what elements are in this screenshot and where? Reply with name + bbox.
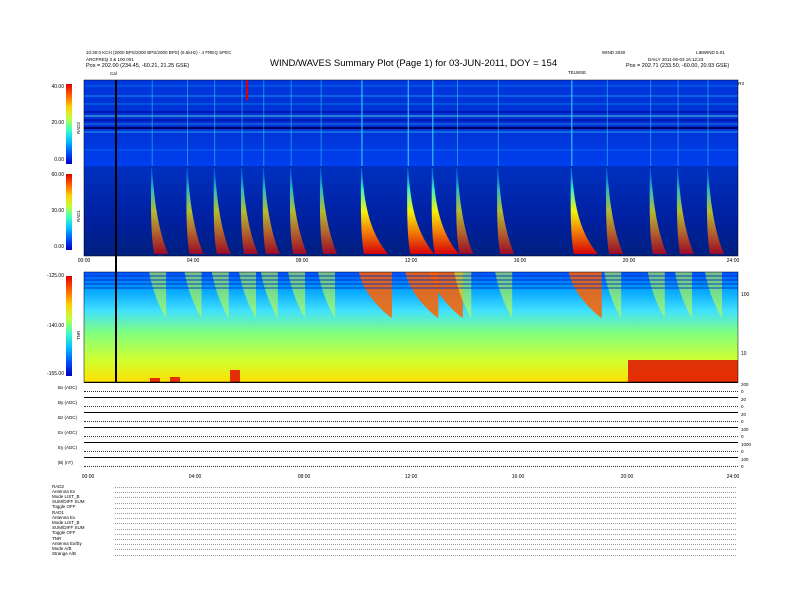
trace-label: Ey (ADC) [58, 445, 77, 450]
trace-right-tick: 0 [741, 464, 744, 469]
tnr-low-freq-emission [230, 370, 240, 382]
footer-dot-row [115, 539, 736, 540]
trace-label: Bz (ADC) [58, 415, 77, 420]
xtick-bottom-3: 12:00 [404, 474, 418, 480]
footer-rad1-4: Toggle OFF [52, 530, 76, 535]
trace-line [84, 466, 738, 467]
footer-tnr-3: Strange A/B [52, 551, 77, 556]
footer-dot-row [115, 497, 736, 499]
trace-right-tick: 1000 [741, 442, 752, 447]
spectrogram-svg [83, 79, 739, 383]
xtick-bottom-6: 24:00 [726, 474, 740, 480]
trace-line [84, 451, 738, 452]
trace-panel [84, 397, 738, 412]
xtick-top-6: 24:00 [726, 258, 740, 264]
footer-dot-row [115, 507, 736, 509]
trace-label: Bx (ADC) [58, 385, 77, 390]
trace-right-tick: 0 [741, 389, 744, 394]
trace-label: |B| (nT) [58, 460, 73, 465]
trace-line [84, 436, 738, 437]
trace-line [84, 406, 738, 407]
trace-right-tick: 20 [741, 397, 747, 402]
footer-dot-row [115, 544, 736, 546]
xtick-top-3: 12:00 [404, 258, 418, 264]
footer-dot-row [115, 523, 736, 525]
trace-right-tick: 0 [741, 434, 744, 439]
footer-dot-row [115, 513, 736, 514]
trace-panel [84, 382, 738, 397]
xtick-top-5: 20:00 [622, 258, 636, 264]
trace-right-tick: 20 [741, 412, 747, 417]
footer-dot-row [115, 487, 736, 488]
tnr-low-freq-emission [628, 360, 738, 382]
xtick-bottom-4: 16:00 [511, 474, 525, 480]
footer-dot-row [115, 549, 736, 551]
footer-rad2-4: Toggle OFF [52, 504, 76, 509]
trace-right-tick: 0 [741, 419, 744, 424]
footer-dot-row [115, 528, 736, 530]
trace-panel [84, 442, 738, 457]
trace-line [84, 421, 738, 422]
trace-right-tick: 0 [741, 449, 744, 454]
footer-dot-row [115, 533, 736, 535]
xtick-top-1: 04:00 [186, 258, 200, 264]
tnr-right-tick-10: 10 [741, 351, 747, 357]
trace-right-tick: 100 [741, 427, 749, 432]
trace-panel [84, 412, 738, 427]
xtick-bottom-5: 20:00 [620, 474, 634, 480]
footer-rad2-block: RAD2 Antenna Ex Mode LIST_B SUM/DIFF SUM… [52, 484, 85, 509]
rad2-panel [84, 80, 738, 166]
footer-dot-row [115, 554, 736, 556]
trace-right-tick: 200 [741, 382, 749, 387]
xtick-top-2: 08:00 [295, 258, 309, 264]
footer-rad1-block: RAD1 Antenna Ex Mode LIST_B SUM/DIFF SUM… [52, 510, 85, 535]
trace-right-tick: 100 [741, 457, 749, 462]
tnr-right-tick-100: 100 [741, 292, 750, 298]
trace-label: By (ADC) [58, 400, 77, 405]
xtick-bottom-2: 08:00 [297, 474, 311, 480]
footer-dot-row [115, 502, 736, 504]
trace-panel [84, 427, 738, 442]
xtick-bottom-1: 04:00 [188, 474, 202, 480]
footer-tnr-block: TNR Antenna Ex/Ey Mode A/B Strange A/B [52, 536, 82, 556]
xtick-bottom-0: 00:00 [81, 474, 95, 480]
footer-dot-row [115, 518, 736, 520]
trace-label: Ex (ADC) [58, 430, 77, 435]
trace-right-tick: 0 [741, 404, 744, 409]
xtick-top-0: 00:00 [77, 258, 91, 264]
trace-panel [84, 457, 738, 472]
footer-dot-row [115, 492, 736, 494]
xtick-top-4: 16:00 [513, 258, 527, 264]
trace-line [84, 391, 738, 392]
